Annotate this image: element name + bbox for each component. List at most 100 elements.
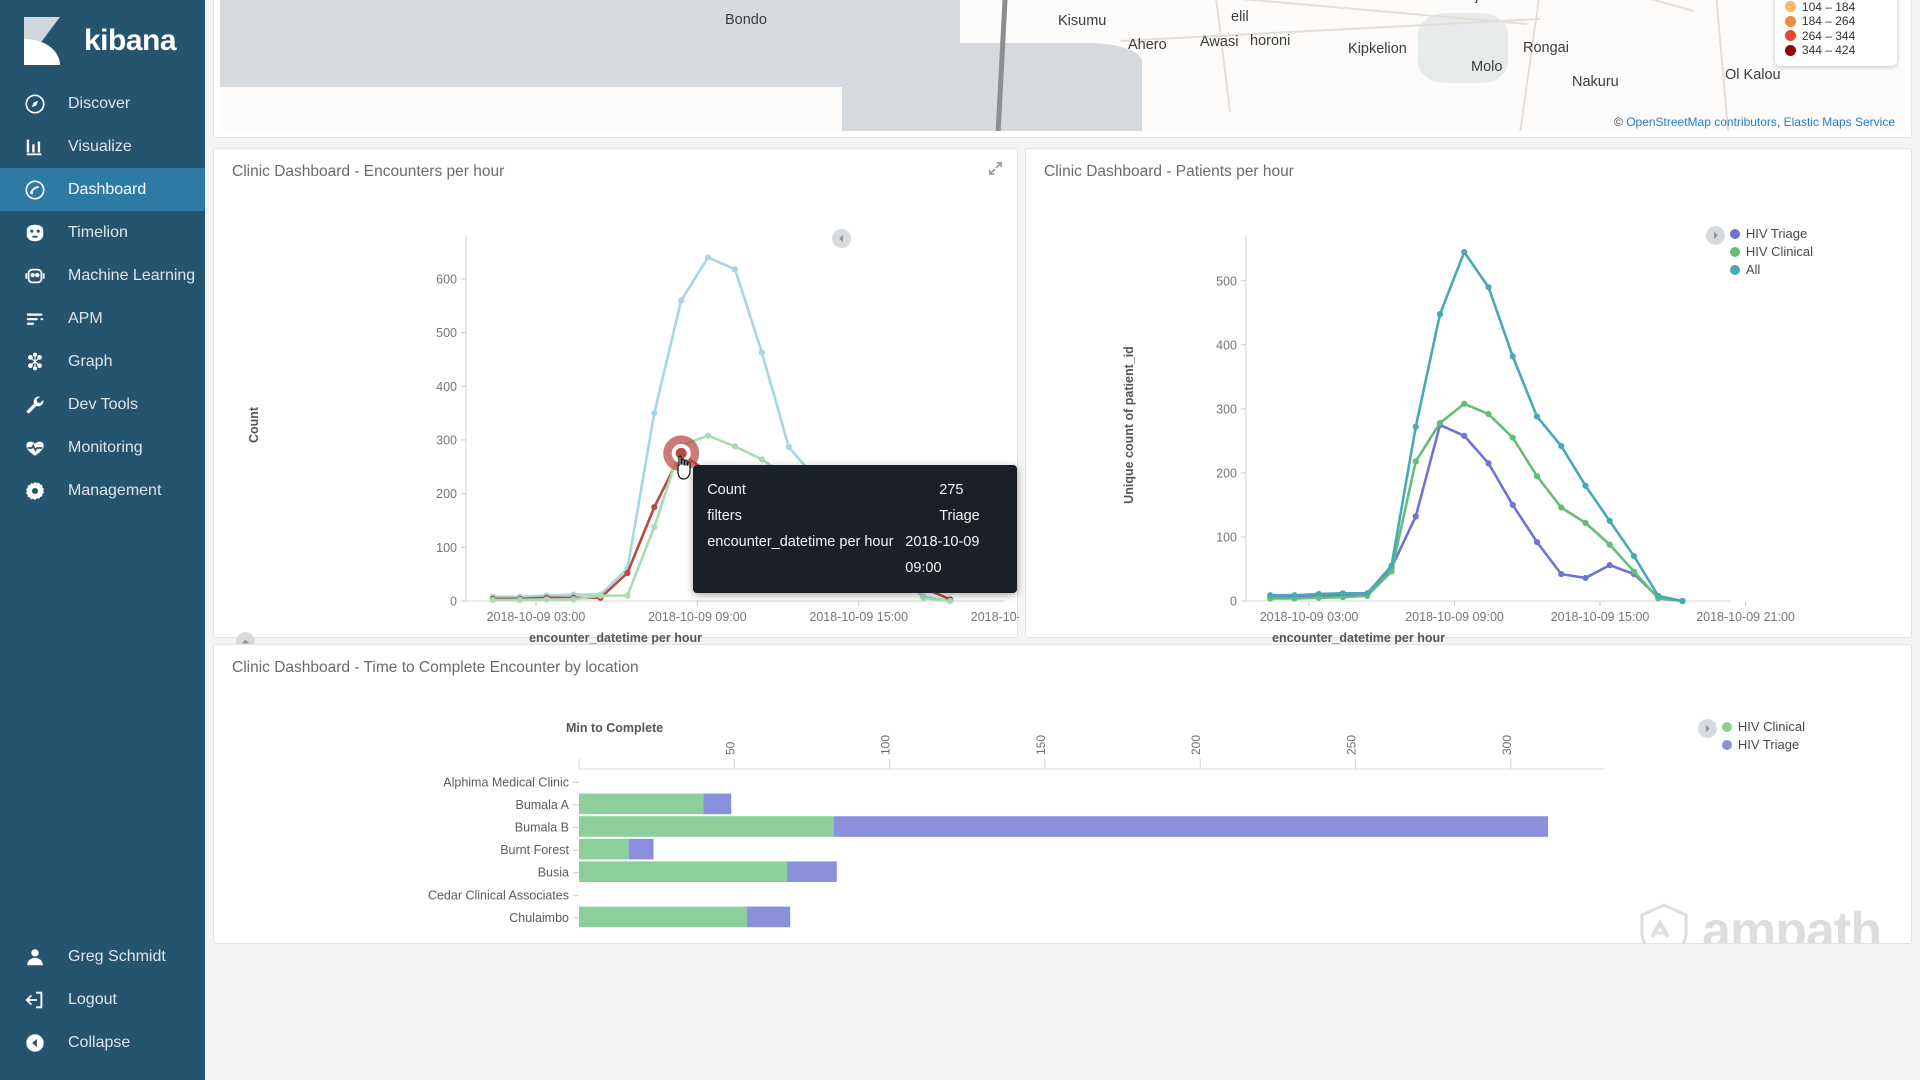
sidebar-item-management[interactable]: Management [0,469,205,512]
data-point[interactable] [1461,432,1468,439]
data-point[interactable] [516,596,523,604]
expand-panel-icon[interactable] [988,161,1003,181]
data-point[interactable] [624,569,631,577]
data-point[interactable] [705,254,712,261]
sidebar-item-user[interactable]: Greg Schmidt [0,935,205,978]
data-point[interactable] [731,443,739,450]
bar-segment[interactable] [628,838,654,860]
data-point[interactable] [1291,592,1298,599]
data-point[interactable] [1582,519,1589,526]
data-point[interactable] [1461,400,1468,407]
legend-item[interactable]: HIV Triage [1729,226,1813,241]
data-point[interactable] [1655,592,1662,599]
data-point[interactable] [1339,590,1347,597]
bar-segment[interactable] [703,793,732,815]
bar-segment[interactable] [579,838,629,860]
data-point[interactable] [597,592,604,599]
data-point[interactable] [1509,353,1516,360]
data-point[interactable] [1485,460,1492,467]
data-point[interactable] [758,349,766,356]
data-point[interactable] [1485,410,1492,418]
data-point[interactable] [920,594,927,601]
data-point[interactable] [1485,284,1492,291]
data-point[interactable] [489,596,496,604]
patients-chart[interactable]: 0 100 200 300 400 500 2018-10-09 03:00 2018-10-… [1026,181,1911,669]
bar-segment[interactable] [746,906,791,928]
data-point[interactable] [1533,538,1541,546]
time-to-complete-chart[interactable]: 50 100 150 200 250 300 Alphima Medical Clinic B… [214,677,1911,943]
data-point[interactable] [785,443,792,451]
bar-segment[interactable] [579,906,747,928]
sidebar-item-visualize[interactable]: Visualize [0,125,205,168]
sidebar-item-apm[interactable]: APM [0,297,205,340]
data-point[interactable] [1509,434,1516,441]
legend-item[interactable]: HIV Clinical [1721,719,1805,734]
data-point[interactable] [705,432,712,439]
data-point[interactable] [1606,562,1613,569]
encounters-chart[interactable]: 0 100 200 300 400 500 600 2018-10-09 03:00 2018-… [214,181,1019,669]
sidebar-item-collapse[interactable]: Collapse [0,1021,205,1064]
data-point[interactable] [758,456,766,463]
data-point[interactable] [651,410,658,417]
data-point[interactable] [1558,504,1565,511]
sidebar-item-graph[interactable]: Graph [0,340,205,383]
data-point[interactable] [570,596,577,603]
panel-title: Clinic Dashboard - Patients per hour [1044,163,1294,180]
data-point[interactable] [1412,458,1419,465]
line-series-all[interactable] [1268,250,1684,603]
data-point[interactable] [1412,513,1419,520]
data-point[interactable] [1436,419,1444,427]
line-series-hiv-triage[interactable] [1268,423,1684,603]
legend-collapse-icon[interactable] [1697,719,1717,738]
sidebar-item-logout[interactable]: Logout [0,978,205,1021]
legend-collapse-icon[interactable] [1705,226,1725,245]
sidebar-item-timelion[interactable]: Timelion [0,211,205,254]
data-point[interactable] [1315,590,1322,598]
bar-segment[interactable] [579,816,834,837]
data-point[interactable] [731,266,739,273]
bar-segment[interactable] [833,816,1549,837]
kibana-brand[interactable]: kibana [0,0,205,82]
data-point[interactable] [1533,473,1541,480]
data-point[interactable] [1533,413,1541,420]
elastic-maps-service-link[interactable]: Elastic Maps Service [1784,115,1895,129]
data-point[interactable] [1388,562,1395,569]
data-point[interactable] [651,503,658,511]
data-point[interactable] [1558,442,1565,450]
data-point[interactable] [651,523,658,531]
data-point[interactable] [678,297,685,304]
legend-item[interactable]: HIV Clinical [1729,244,1813,259]
sidebar-item-dev-tools[interactable]: Dev Tools [0,383,205,426]
legend-item[interactable]: All [1729,262,1813,277]
bar-segment[interactable] [579,861,788,882]
data-point[interactable] [1461,248,1468,256]
bar-segment[interactable] [579,793,704,815]
data-point[interactable] [1267,592,1274,599]
legend-item[interactable]: HIV Triage [1721,737,1805,752]
data-point[interactable] [1606,517,1613,525]
data-point[interactable] [1582,482,1589,489]
data-point[interactable] [1630,568,1638,575]
data-point[interactable] [543,596,550,603]
openstreetmap-link[interactable]: OpenStreetMap contributors [1626,115,1777,129]
sidebar-item-machine-learning[interactable]: Machine Learning [0,254,205,297]
sidebar-item-dashboard[interactable]: Dashboard [0,168,205,211]
map-canvas[interactable]: BondoMajengoKisumuAheroAwasielilhoroniKi… [220,0,1905,131]
line-series-hiv-clinical[interactable] [1268,402,1684,603]
data-point[interactable] [1582,574,1589,582]
sidebar-item-monitoring[interactable]: Monitoring [0,426,205,469]
data-point[interactable] [1509,501,1516,509]
legend-expand-right-icon[interactable] [832,229,851,248]
data-point[interactable] [947,597,954,605]
sidebar-item-discover[interactable]: Discover [0,82,205,125]
data-point[interactable] [624,592,631,599]
map-panel[interactable]: BondoMajengoKisumuAheroAwasielilhoroniKi… [213,0,1912,138]
data-point[interactable] [1606,541,1613,548]
data-point[interactable] [1412,423,1419,430]
bar-segment[interactable] [787,861,837,882]
data-point[interactable] [1436,311,1444,318]
data-point[interactable] [1364,590,1371,597]
data-point[interactable] [1679,597,1686,605]
data-point[interactable] [1630,553,1638,560]
data-point[interactable] [1558,571,1565,578]
